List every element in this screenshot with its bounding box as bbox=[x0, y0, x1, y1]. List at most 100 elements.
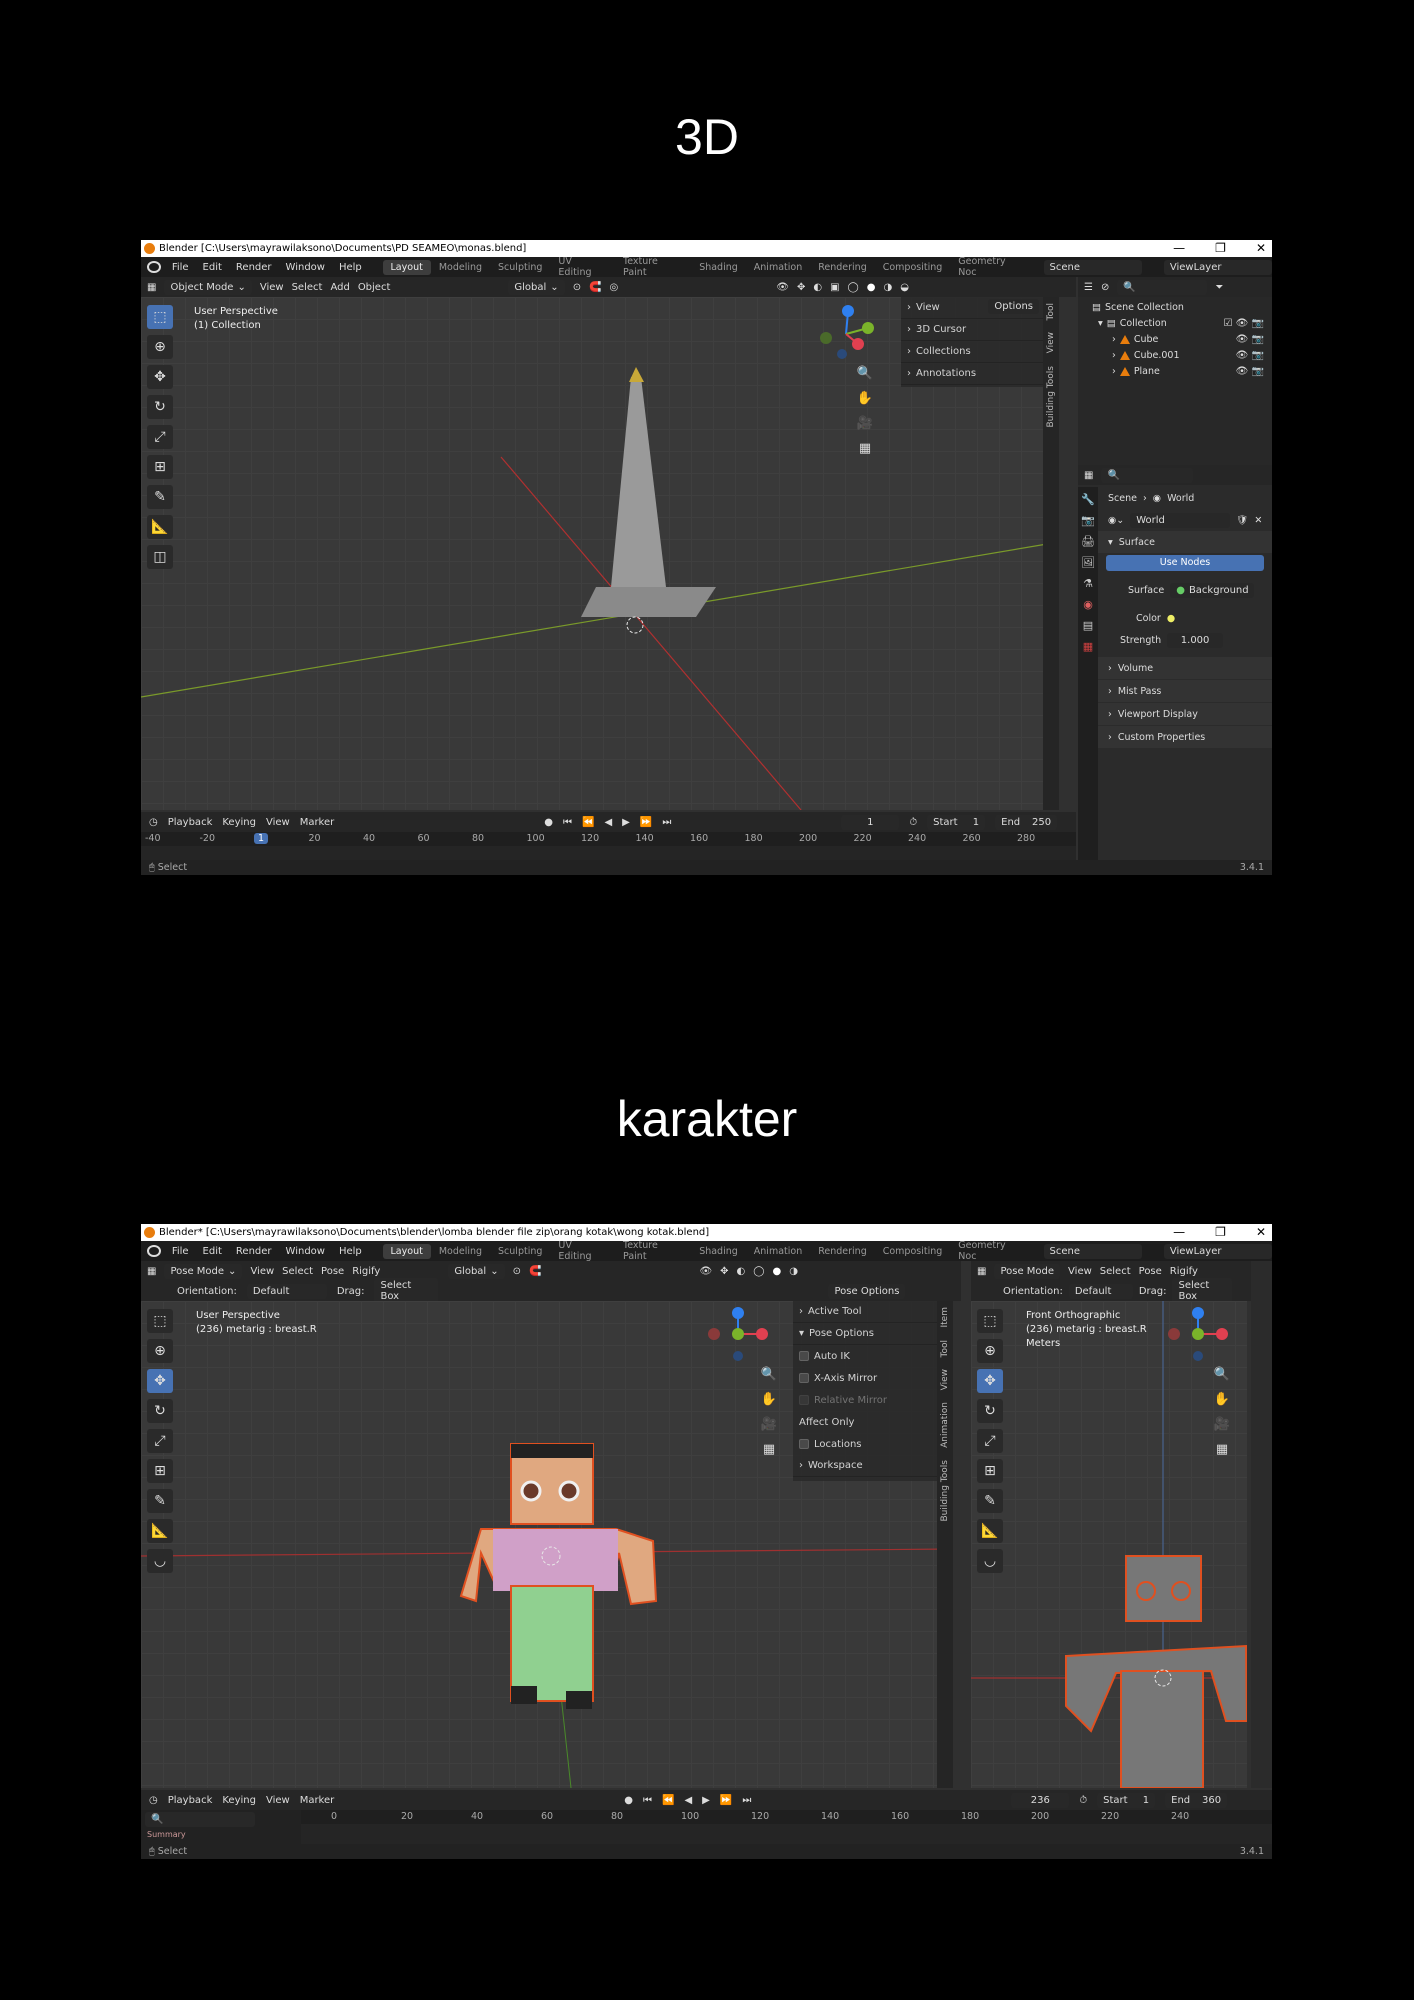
channel-search[interactable]: 🔍 bbox=[145, 1812, 255, 1827]
cube001-visibility-icon[interactable]: 👁 📷 bbox=[1236, 350, 1264, 361]
rotate-icon[interactable]: ↻ bbox=[147, 1399, 173, 1423]
menu-help[interactable]: Help bbox=[332, 1246, 369, 1257]
annotate-icon[interactable]: ✎ bbox=[147, 485, 173, 509]
timeline-editor-icon[interactable]: ◷ bbox=[149, 1795, 158, 1806]
tab-modeling[interactable]: Modeling bbox=[431, 260, 490, 275]
timeline-ruler[interactable]: -40 -20 1 20 40 60 80 100 120 140 160 180 200 220 240 2… bbox=[141, 832, 1076, 846]
npanel-pose-options[interactable]: ▾ Pose Options bbox=[793, 1323, 937, 1345]
surface-panel-header[interactable]: ▾ Surface bbox=[1098, 531, 1272, 553]
menu-keying[interactable]: Keying bbox=[222, 1795, 256, 1806]
menu-window[interactable]: Window bbox=[279, 262, 332, 273]
locations-checkbox[interactable] bbox=[799, 1439, 809, 1449]
snap-icon[interactable]: 🧲 bbox=[589, 282, 601, 293]
properties-editor-icon[interactable]: ▦ bbox=[1084, 470, 1093, 481]
menu-pose[interactable]: Pose bbox=[321, 1266, 344, 1277]
x-mirror-row[interactable]: X-Axis Mirror bbox=[793, 1367, 937, 1389]
pan-icon[interactable]: ✋ bbox=[854, 387, 876, 409]
visibility-icon[interactable]: 👁 bbox=[699, 1266, 712, 1277]
right-orientation-selector[interactable]: Default bbox=[1068, 1283, 1133, 1299]
npanel-active-tool[interactable]: › Active Tool bbox=[793, 1301, 937, 1323]
editor-type-icon[interactable]: ▦ bbox=[147, 1266, 156, 1277]
shading-solid-icon[interactable]: ● bbox=[772, 1266, 781, 1277]
outliner-search[interactable]: 🔍 bbox=[1117, 279, 1208, 295]
timeline-ruler[interactable]: 0 20 40 60 80 100 120 140 160 180 200 220 240 bbox=[301, 1810, 1272, 1824]
outliner-item-cube001[interactable]: › Cube.001 👁 📷 bbox=[1078, 347, 1272, 363]
transform-icon[interactable]: ⊞ bbox=[147, 1459, 173, 1483]
xray-icon[interactable]: ▣ bbox=[830, 282, 839, 293]
menu-view[interactable]: View bbox=[250, 1266, 274, 1277]
output-tab-icon[interactable]: 🖨 bbox=[1081, 535, 1095, 548]
zoom-icon[interactable]: 🔍 bbox=[854, 362, 876, 384]
menu-file[interactable]: File bbox=[165, 262, 196, 273]
move-icon[interactable]: ✥ bbox=[977, 1369, 1003, 1393]
maximize-icon[interactable]: ❐ bbox=[1215, 240, 1226, 257]
tab-animation[interactable]: Animation bbox=[940, 1396, 950, 1454]
strength-field[interactable]: 1.000 bbox=[1167, 632, 1224, 648]
tab-view[interactable]: View bbox=[1046, 326, 1056, 359]
properties-search[interactable]: 🔍 bbox=[1101, 467, 1194, 483]
record-icon[interactable]: ● bbox=[544, 817, 553, 828]
shading-wire-icon[interactable]: ◯ bbox=[848, 282, 859, 293]
tab-rendering[interactable]: Rendering bbox=[810, 1244, 875, 1259]
cursor-icon[interactable]: ⊕ bbox=[977, 1339, 1003, 1363]
tab-layout[interactable]: Layout bbox=[382, 1243, 431, 1259]
menu-file[interactable]: File bbox=[165, 1246, 196, 1257]
auto-ik-checkbox[interactable] bbox=[799, 1351, 809, 1361]
ortho-grid-icon[interactable]: ▦ bbox=[758, 1438, 780, 1460]
menu-playback[interactable]: Playback bbox=[168, 817, 213, 828]
next-key-icon[interactable]: ⏩ bbox=[720, 1795, 732, 1806]
minimize-icon[interactable]: — bbox=[1173, 240, 1185, 257]
scene-tab-icon[interactable]: ⚗ bbox=[1083, 577, 1093, 590]
orientation-selector[interactable]: Default bbox=[246, 1283, 327, 1299]
menu-help[interactable]: Help bbox=[332, 262, 369, 273]
current-frame-field[interactable]: 1 bbox=[841, 814, 900, 830]
tab-sculpting[interactable]: Sculpting bbox=[490, 1244, 550, 1259]
jump-end-icon[interactable]: ⏭ bbox=[742, 1795, 751, 1806]
end-frame-field[interactable]: End 360 bbox=[1165, 1792, 1228, 1808]
mode-selector[interactable]: Pose Mode ⌄ bbox=[164, 1263, 243, 1279]
right-menu-rigify[interactable]: Rigify bbox=[1170, 1266, 1198, 1277]
pivot-icon[interactable]: ⊙ bbox=[573, 282, 581, 293]
relax-pose-icon[interactable]: ◡ bbox=[977, 1549, 1003, 1573]
cursor-icon[interactable]: ⊕ bbox=[147, 1339, 173, 1363]
scene-selector[interactable]: Scene bbox=[1043, 259, 1142, 275]
plane-visibility-icon[interactable]: 👁 📷 bbox=[1236, 366, 1264, 377]
transform-icon[interactable]: ⊞ bbox=[977, 1459, 1003, 1483]
tab-animation[interactable]: Animation bbox=[746, 260, 810, 275]
world-name-field[interactable]: World bbox=[1130, 512, 1231, 528]
camera-icon[interactable]: 🎥 bbox=[758, 1413, 780, 1435]
menu-render[interactable]: Render bbox=[229, 262, 279, 273]
use-nodes-button[interactable]: Use Nodes bbox=[1106, 555, 1264, 571]
filter-icon[interactable]: ⏷ bbox=[1215, 282, 1223, 293]
select-box-icon[interactable]: ⬚ bbox=[147, 1309, 173, 1333]
scene-selector[interactable]: Scene bbox=[1043, 1243, 1142, 1259]
menu-playback[interactable]: Playback bbox=[168, 1795, 213, 1806]
timeline-editor-icon[interactable]: ◷ bbox=[149, 817, 158, 828]
viewlayer-selector[interactable]: ViewLayer bbox=[1163, 1243, 1272, 1259]
scale-icon[interactable]: ⤢ bbox=[977, 1429, 1003, 1453]
transform-orientation[interactable]: Global ⌄ bbox=[448, 1263, 505, 1279]
shading-material-icon[interactable]: ◑ bbox=[789, 1266, 798, 1277]
close-icon[interactable]: ✕ bbox=[1256, 1224, 1266, 1241]
tab-item[interactable]: Item bbox=[940, 1301, 950, 1334]
gizmo-icon[interactable]: ✥ bbox=[720, 1266, 728, 1277]
menu-view[interactable]: View bbox=[266, 817, 290, 828]
menu-object[interactable]: Object bbox=[358, 282, 391, 293]
display-mode-icon[interactable]: ⊘ bbox=[1101, 282, 1109, 293]
select-box-icon[interactable]: ⬚ bbox=[977, 1309, 1003, 1333]
play-icon[interactable]: ▶ bbox=[702, 1795, 710, 1806]
unlink-icon[interactable]: ✕ bbox=[1254, 515, 1262, 526]
options-button[interactable]: Options bbox=[988, 299, 1039, 314]
outliner-item-cube[interactable]: › Cube 👁 📷 bbox=[1078, 331, 1272, 347]
play-icon[interactable]: ▶ bbox=[622, 817, 630, 828]
start-frame-field[interactable]: Start 1 bbox=[1097, 1792, 1156, 1808]
locations-row[interactable]: Locations bbox=[793, 1433, 937, 1455]
tab-tool[interactable]: Tool bbox=[1046, 297, 1056, 326]
ortho-grid-icon[interactable]: ▦ bbox=[854, 437, 876, 459]
maximize-icon[interactable]: ❐ bbox=[1215, 1224, 1226, 1241]
menu-edit[interactable]: Edit bbox=[196, 262, 229, 273]
tool-tab-icon[interactable]: 🔧 bbox=[1081, 493, 1095, 506]
pivot-icon[interactable]: ⊙ bbox=[513, 1266, 521, 1277]
measure-icon[interactable]: 📐 bbox=[147, 1519, 173, 1543]
color-socket-icon[interactable]: ● bbox=[1167, 613, 1175, 624]
